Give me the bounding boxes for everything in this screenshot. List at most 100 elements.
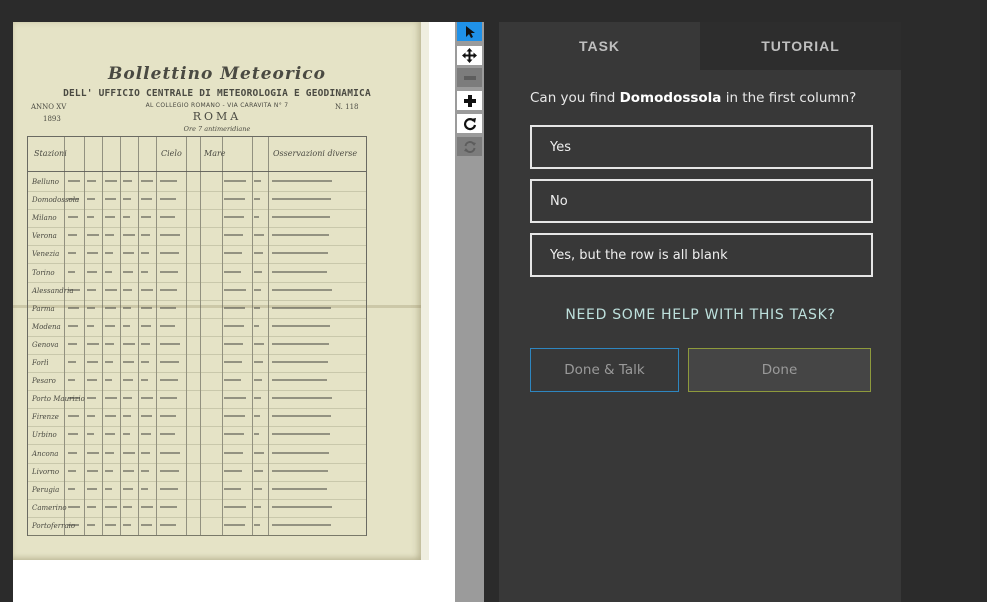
handwritten-entry xyxy=(68,469,76,472)
done-and-talk-button[interactable]: Done & Talk xyxy=(530,348,679,392)
station-row: Forlì xyxy=(28,354,366,373)
handwritten-entry xyxy=(87,324,94,327)
handwritten-entry xyxy=(68,451,77,454)
station-row: Firenze xyxy=(28,408,366,428)
station-row: Verona xyxy=(28,227,366,247)
handwritten-entry xyxy=(224,505,246,508)
handwritten-entry xyxy=(123,523,131,526)
station-row: Ancona xyxy=(28,445,366,464)
handwritten-entry xyxy=(160,342,180,345)
station-name: Modena xyxy=(32,322,61,331)
header-stazioni: Stazioni xyxy=(34,149,67,158)
handwritten-entry xyxy=(272,216,330,219)
handwritten-entry xyxy=(123,234,135,237)
handwritten-entry xyxy=(254,180,261,182)
handwritten-entry xyxy=(272,523,331,526)
handwritten-entry xyxy=(68,361,76,363)
handwritten-entry xyxy=(141,324,151,327)
handwritten-entry xyxy=(68,523,79,526)
handwritten-entry xyxy=(272,361,328,363)
handwritten-entry xyxy=(224,342,243,345)
handwritten-entry xyxy=(160,487,178,490)
header-cielo: Cielo xyxy=(161,149,182,158)
station-name: Perugia xyxy=(32,485,60,494)
handwritten-entry xyxy=(141,505,153,508)
tab-tutorial[interactable]: TUTORIAL xyxy=(700,22,901,70)
handwritten-entry xyxy=(254,451,264,454)
rotate-button[interactable] xyxy=(457,114,482,133)
answer-yes[interactable]: Yes xyxy=(530,125,873,169)
paper-edge xyxy=(421,22,429,560)
zoom-out-button[interactable] xyxy=(457,68,482,87)
handwritten-entry xyxy=(68,342,77,345)
handwritten-entry xyxy=(224,306,245,309)
station-name: Firenze xyxy=(32,413,59,422)
station-row: Torino xyxy=(28,264,366,283)
handwritten-entry xyxy=(141,234,150,237)
handwritten-entry xyxy=(123,397,132,400)
station-row: Alessandria xyxy=(28,282,366,301)
handwritten-entry xyxy=(224,361,242,363)
handwritten-entry xyxy=(87,252,98,255)
zoom-in-button[interactable] xyxy=(457,91,482,110)
tab-task[interactable]: TASK xyxy=(499,22,700,70)
handwritten-entry xyxy=(160,433,175,436)
handwritten-entry xyxy=(141,487,148,490)
reset-view-button[interactable] xyxy=(457,137,482,156)
handwritten-entry xyxy=(141,361,149,363)
move-tool-button[interactable] xyxy=(457,46,482,65)
handwritten-entry xyxy=(105,216,115,219)
document-anno: ANNO XV xyxy=(31,103,67,111)
handwritten-entry xyxy=(141,306,152,309)
document-viewer[interactable]: Bollettino Meteorico DELL' UFFICIO CENTR… xyxy=(13,22,455,602)
station-name: Verona xyxy=(32,232,57,241)
station-row: Porto Maurizio xyxy=(28,390,366,410)
handwritten-entry xyxy=(123,487,133,490)
station-row: Livorno xyxy=(28,463,366,482)
handwritten-entry xyxy=(68,288,80,291)
station-row: Venezia xyxy=(28,245,366,265)
handwritten-entry xyxy=(105,505,117,508)
answer-no[interactable]: No xyxy=(530,179,873,223)
handwritten-entry xyxy=(254,397,261,400)
handwritten-entry xyxy=(141,198,152,201)
pointer-icon xyxy=(465,25,475,38)
handwritten-entry xyxy=(160,234,180,237)
station-name: Camerino xyxy=(32,503,67,512)
handwritten-entry xyxy=(123,270,133,273)
handwritten-entry xyxy=(224,433,244,436)
handwritten-entry xyxy=(87,288,96,291)
station-row: Pesaro xyxy=(28,372,366,392)
station-name: Parma xyxy=(32,304,55,313)
handwritten-entry xyxy=(87,415,95,418)
handwritten-entry xyxy=(123,415,131,418)
move-icon xyxy=(462,48,477,63)
handwritten-entry xyxy=(123,361,134,363)
handwritten-entry xyxy=(141,469,149,472)
handwritten-entry xyxy=(254,324,259,327)
pointer-tool-button[interactable] xyxy=(457,22,482,41)
handwritten-entry xyxy=(105,487,112,490)
answer-yes-blank-row[interactable]: Yes, but the row is all blank xyxy=(530,233,873,277)
help-link[interactable]: NEED SOME HELP WITH THIS TASK? xyxy=(530,307,871,323)
station-name: Forlì xyxy=(32,359,49,367)
station-row: Modena xyxy=(28,318,366,337)
handwritten-entry xyxy=(254,288,261,291)
handwritten-entry xyxy=(141,523,152,526)
handwritten-entry xyxy=(224,288,246,291)
handwritten-entry xyxy=(160,397,177,400)
handwritten-entry xyxy=(87,487,97,490)
handwritten-entry xyxy=(272,469,328,472)
document-subtitle: DELL' UFFICIO CENTRALE DI METEOROLOGIA E… xyxy=(63,88,371,99)
handwritten-entry xyxy=(87,379,97,382)
done-button[interactable]: Done xyxy=(688,348,871,392)
handwritten-entry xyxy=(68,180,80,182)
rotate-icon xyxy=(463,117,476,130)
handwritten-entry xyxy=(123,451,135,454)
handwritten-entry xyxy=(87,397,96,400)
handwritten-entry xyxy=(224,270,241,273)
handwritten-entry xyxy=(254,342,264,345)
handwritten-entry xyxy=(68,252,76,255)
handwritten-entry xyxy=(141,397,153,400)
handwritten-entry xyxy=(123,379,133,382)
